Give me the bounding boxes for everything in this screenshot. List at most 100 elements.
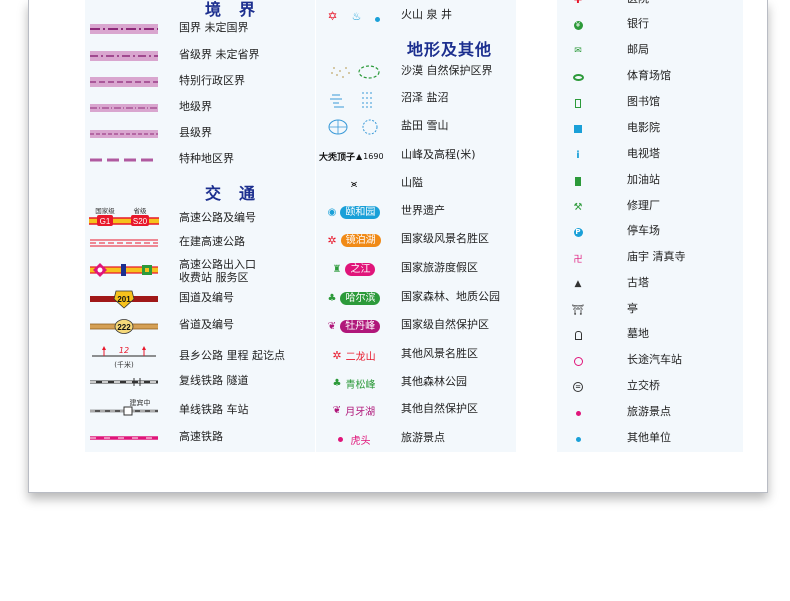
cinema-icon (565, 119, 591, 139)
legend-label: 国家级风景名胜区 (401, 232, 489, 245)
national-forest-icon: ♣ 哈尔滨 (319, 288, 389, 308)
double-railway-icon (89, 372, 159, 392)
legend-label: 沙漠 自然保护区界 (401, 64, 493, 77)
legend-sheet: 境 界 国界 未定国界 省级界 未定省界 特别行政区界 地级界 县级界 特种地区… (28, 0, 768, 493)
provincial-road-code: 222 (117, 323, 131, 332)
county-border-icon (89, 124, 159, 144)
national-road-code: 201 (117, 295, 131, 304)
legend-label: 高速铁路 (179, 430, 223, 443)
sar-border-icon (89, 72, 159, 92)
tv-tower-icon: i (576, 149, 580, 161)
provincial-road-icon: 222 (89, 316, 159, 336)
legend-label: 医院 (627, 0, 649, 5)
legend-label: 特别行政区界 (179, 74, 245, 87)
legend-label: 停车场 (627, 224, 660, 237)
legend-label: 银行 (627, 17, 649, 30)
legend-label: 山隘 (401, 176, 423, 189)
expressway-icon: G1 S20 国家级 省级 (89, 206, 159, 228)
desert-icon (319, 62, 389, 82)
bus-station-icon (565, 351, 591, 371)
legend-label: 盐田 雪山 (401, 119, 449, 132)
world-heritage-tag: 颐和园 (340, 205, 381, 219)
legend-label: 庙宇 清真寺 (627, 250, 686, 263)
cemetery-icon (565, 325, 591, 345)
legend-label: 图书馆 (627, 95, 660, 108)
gas-station-icon (565, 171, 591, 191)
expressway-national-code: G1 (100, 217, 111, 226)
legend-label: 沼泽 盐沼 (401, 91, 449, 104)
legend-label-line1: 高速公路出入口 (179, 258, 256, 271)
legend-label: 体育场馆 (627, 69, 671, 82)
legend-label: 火山 泉 井 (401, 8, 452, 21)
marsh-icon (319, 89, 389, 109)
expressway-provincial-code: S20 (133, 217, 148, 226)
other-forest-name: 青松峰 (345, 379, 376, 391)
legend-label: 旅游景点 (627, 405, 671, 418)
expressway-provincial-label: 省级 (134, 206, 148, 215)
national-border-icon (89, 19, 159, 39)
expressway-exit-icon (89, 258, 159, 282)
special-area-border-icon (89, 150, 159, 170)
legend-label: 修理厂 (627, 199, 660, 212)
high-speed-railway-icon (89, 428, 159, 448)
legend-label: 旅游景点 (401, 431, 445, 444)
bank-icon: ¥ (565, 15, 591, 35)
interchange-icon: = (565, 377, 591, 397)
county-road-km: 12 (119, 346, 129, 355)
mountain-pass-icon: ⪤ (350, 178, 358, 190)
legend-label: 特种地区界 (179, 152, 234, 165)
national-scenic-tag: 镜泊湖 (340, 233, 381, 247)
national-resort-icon: ♜ 之江 (319, 259, 389, 279)
legend-label: 国家森林、地质公园 (401, 290, 500, 303)
legend-label: 其他单位 (627, 431, 671, 444)
legend-label: 其他自然保护区 (401, 402, 478, 415)
legend-label: 单线铁路 车站 (179, 403, 249, 416)
legend-label: 世界遗产 (401, 204, 445, 217)
legend-label: 古塔 (627, 276, 649, 289)
spring-icon: ♨ (351, 9, 362, 23)
tourist-spot-name: 虎头 (350, 435, 371, 447)
library-icon (565, 93, 591, 113)
parking-icon: P (565, 222, 591, 242)
legend-label: 县级界 (179, 126, 212, 139)
other-scenic-icon: ✲ 二龙山 (332, 348, 376, 363)
legend-label: 长途汽车站 (627, 353, 682, 366)
legend-label: 高速公路出入口 收费站 服务区 (179, 258, 256, 284)
heading-transport: 交 通 (205, 184, 257, 203)
provincial-border-icon (89, 46, 159, 66)
other-reserve-icon: ❦ 月牙湖 (332, 404, 376, 418)
legend-label: 在建高速公路 (179, 235, 245, 248)
stadium-icon (565, 67, 591, 87)
legend-label: 其他风景名胜区 (401, 347, 478, 360)
other-unit-icon (565, 429, 591, 449)
legend-label: 国家旅游度假区 (401, 261, 478, 274)
legend-label: 地级界 (179, 100, 212, 113)
repair-shop-icon: ⚒ (573, 201, 583, 213)
legend-label: 电影院 (627, 121, 660, 134)
legend-label: 亭 (627, 302, 638, 315)
legend-label-line2: 收费站 服务区 (179, 271, 249, 284)
legend-label: 省级界 未定省界 (179, 48, 260, 61)
volcano-spring-well-icon: ✡ ♨ (319, 6, 389, 26)
peak-triangle-icon: ▲ (356, 151, 363, 161)
salt-field-icon (319, 117, 389, 137)
single-railway-icon: 建宾中 (89, 397, 159, 421)
temple-icon: 卍 (573, 254, 583, 265)
heading-terrain: 地形及其他 (407, 40, 493, 59)
county-road-icon: 12 (千米) (89, 344, 159, 370)
national-reserve-icon: ❦ 牡丹峰 (319, 316, 389, 336)
well-icon (375, 7, 381, 26)
hospital-icon: ✚ (573, 0, 583, 6)
legend-label: 立交桥 (627, 379, 660, 392)
tourist-spot-icon (565, 403, 591, 423)
national-resort-tag: 之江 (345, 262, 376, 276)
legend-label: 复线铁路 隧道 (179, 374, 249, 387)
legend-label: 国道及编号 (179, 291, 234, 304)
other-forest-icon: ♣ 青松峰 (332, 377, 376, 391)
heading-boundaries: 境 界 (205, 0, 257, 19)
legend-label: 国界 未定国界 (179, 21, 249, 34)
volcano-icon: ✡ (327, 9, 338, 23)
national-forest-tag: 哈尔滨 (340, 291, 381, 305)
legend-label: 县乡公路 里程 起讫点 (179, 349, 285, 362)
legend-label: 加油站 (627, 173, 660, 186)
